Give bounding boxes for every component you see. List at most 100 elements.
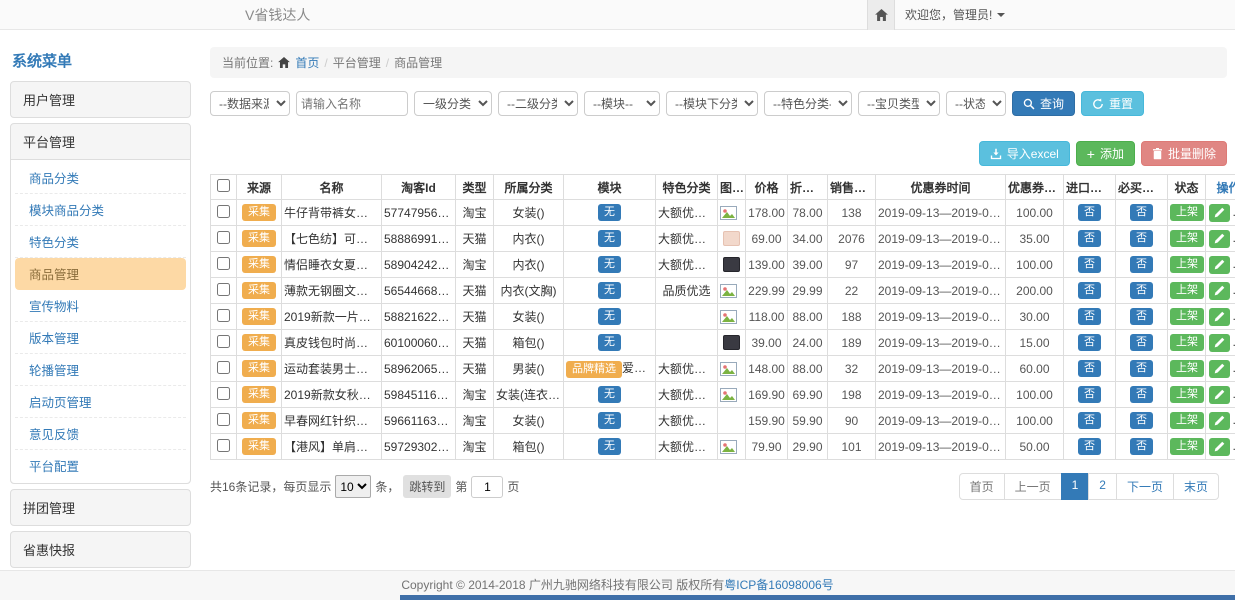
sales-count-cell: 32 xyxy=(828,356,876,382)
row-checkbox[interactable] xyxy=(217,231,230,244)
must-buy-toggle-badge[interactable]: 否 xyxy=(1130,334,1153,351)
import-excel-button[interactable]: 导入excel xyxy=(979,141,1070,166)
taoke-id-cell: 589042420344 xyxy=(382,252,456,278)
row-checkbox[interactable] xyxy=(217,413,230,426)
edit-button[interactable] xyxy=(1209,308,1230,326)
search-button[interactable]: 查询 xyxy=(1012,91,1075,116)
taoke-id-cell: 598451162391 xyxy=(382,382,456,408)
breadcrumb-home-link[interactable]: 首页 xyxy=(295,54,319,71)
sidebar-item[interactable]: 意见反馈 xyxy=(15,418,186,450)
import-toggle-badge[interactable]: 否 xyxy=(1078,334,1101,351)
sidebar-section-label[interactable]: 拼团管理 xyxy=(11,490,190,525)
row-checkbox[interactable] xyxy=(217,335,230,348)
broken-image-icon xyxy=(720,284,743,298)
per-page-select[interactable]: 10 xyxy=(335,475,371,498)
broken-image-icon xyxy=(720,362,743,376)
must-buy-toggle-badge[interactable]: 否 xyxy=(1130,282,1153,299)
sidebar-item[interactable]: 特色分类 xyxy=(15,226,186,258)
feature-category-select[interactable]: --特色分类-- xyxy=(764,91,852,116)
module-select[interactable]: --模块-- xyxy=(584,91,660,116)
sidebar-section: 用户管理 xyxy=(10,81,191,118)
must-buy-toggle-badge[interactable]: 否 xyxy=(1130,412,1153,429)
jump-page-input[interactable] xyxy=(471,476,503,498)
edit-button[interactable] xyxy=(1209,438,1230,456)
column-header: 价格 xyxy=(746,175,788,200)
must-buy-cell: 否 xyxy=(1116,200,1168,226)
row-checkbox[interactable] xyxy=(217,361,230,374)
status-select[interactable]: --状态-- xyxy=(946,91,1006,116)
sidebar-item[interactable]: 商品管理 xyxy=(15,258,186,290)
row-checkbox[interactable] xyxy=(217,257,230,270)
sidebar-item[interactable]: 启动页管理 xyxy=(15,386,186,418)
row-checkbox[interactable] xyxy=(217,439,230,452)
module-badge: 无 xyxy=(598,438,621,455)
select-all-checkbox[interactable] xyxy=(217,179,230,192)
edit-button[interactable] xyxy=(1209,256,1230,274)
sidebar-item[interactable]: 平台配置 xyxy=(15,450,186,481)
must-buy-cell: 否 xyxy=(1116,304,1168,330)
jump-button[interactable]: 跳转到 xyxy=(403,475,451,498)
page-button[interactable]: 上一页 xyxy=(1004,473,1062,500)
edit-button[interactable] xyxy=(1209,386,1230,404)
coupon-time-cell: 2019-09-13—2019-09-20 xyxy=(876,330,1006,356)
must-buy-toggle-badge[interactable]: 否 xyxy=(1130,386,1153,403)
sidebar-menu: 用户管理平台管理商品分类模块商品分类特色分类商品管理宣传物料版本管理轮播管理启动… xyxy=(10,81,191,600)
sidebar-section-label[interactable]: 平台管理 xyxy=(11,124,190,159)
row-checkbox[interactable] xyxy=(217,387,230,400)
edit-button[interactable] xyxy=(1209,282,1230,300)
import-toggle-badge[interactable]: 否 xyxy=(1078,386,1101,403)
edit-button[interactable] xyxy=(1209,360,1230,378)
batch-delete-button[interactable]: 批量删除 xyxy=(1141,141,1227,166)
sidebar-item[interactable]: 版本管理 xyxy=(15,322,186,354)
coupon-time-cell: 2019-09-13—2019-09-20 xyxy=(876,252,1006,278)
user-menu[interactable]: 欢迎您，管理员! xyxy=(905,0,1005,30)
import-toggle-badge[interactable]: 否 xyxy=(1078,308,1101,325)
name-input[interactable] xyxy=(296,91,408,116)
level1-category-select[interactable]: 一级分类 xyxy=(414,91,492,116)
reset-button[interactable]: 重置 xyxy=(1081,91,1144,116)
import-toggle-badge[interactable]: 否 xyxy=(1078,230,1101,247)
must-buy-toggle-badge[interactable]: 否 xyxy=(1130,230,1153,247)
import-toggle-badge[interactable]: 否 xyxy=(1078,412,1101,429)
must-buy-toggle-badge[interactable]: 否 xyxy=(1130,308,1153,325)
sales-count-cell: 101 xyxy=(828,434,876,460)
must-buy-toggle-badge[interactable]: 否 xyxy=(1130,256,1153,273)
must-buy-toggle-badge[interactable]: 否 xyxy=(1130,438,1153,455)
page-button[interactable]: 首页 xyxy=(959,473,1005,500)
import-icon xyxy=(990,148,1002,160)
row-checkbox[interactable] xyxy=(217,205,230,218)
icp-link[interactable]: 粤ICP备16098006号 xyxy=(724,578,833,592)
must-buy-toggle-badge[interactable]: 否 xyxy=(1130,204,1153,221)
item-type-select[interactable]: --宝贝类型-- xyxy=(858,91,940,116)
must-buy-toggle-badge[interactable]: 否 xyxy=(1130,360,1153,377)
home-button[interactable] xyxy=(867,0,895,30)
import-toggle-badge[interactable]: 否 xyxy=(1078,204,1101,221)
discount-price-cell: 24.00 xyxy=(788,330,828,356)
page-button[interactable]: 1 xyxy=(1061,473,1090,500)
sidebar-item[interactable]: 轮播管理 xyxy=(15,354,186,386)
sidebar-section-label[interactable]: 用户管理 xyxy=(11,82,190,117)
page-button[interactable]: 下一页 xyxy=(1116,473,1174,500)
feature-category-cell: 大额优惠券 xyxy=(656,252,718,278)
sidebar-item[interactable]: 宣传物料 xyxy=(15,290,186,322)
row-checkbox[interactable] xyxy=(217,283,230,296)
page-button[interactable]: 2 xyxy=(1088,473,1117,500)
import-toggle-badge[interactable]: 否 xyxy=(1078,282,1101,299)
add-button[interactable]: + 添加 xyxy=(1076,141,1135,166)
import-toggle-badge[interactable]: 否 xyxy=(1078,256,1101,273)
sidebar-section: 省惠快报 xyxy=(10,531,191,568)
page-button[interactable]: 末页 xyxy=(1173,473,1219,500)
row-checkbox[interactable] xyxy=(217,309,230,322)
data-source-select[interactable]: --数据来源-- xyxy=(210,91,290,116)
edit-button[interactable] xyxy=(1209,334,1230,352)
module-subcategory-select[interactable]: --模块下分类-- xyxy=(666,91,758,116)
edit-button[interactable] xyxy=(1209,412,1230,430)
edit-button[interactable] xyxy=(1209,230,1230,248)
sidebar-item[interactable]: 模块商品分类 xyxy=(15,194,186,226)
import-toggle-badge[interactable]: 否 xyxy=(1078,360,1101,377)
sidebar-item[interactable]: 商品分类 xyxy=(15,162,186,194)
level2-category-select[interactable]: --二级分类-- xyxy=(498,91,578,116)
sidebar-section-label[interactable]: 省惠快报 xyxy=(11,532,190,567)
import-toggle-badge[interactable]: 否 xyxy=(1078,438,1101,455)
edit-button[interactable] xyxy=(1209,204,1230,222)
